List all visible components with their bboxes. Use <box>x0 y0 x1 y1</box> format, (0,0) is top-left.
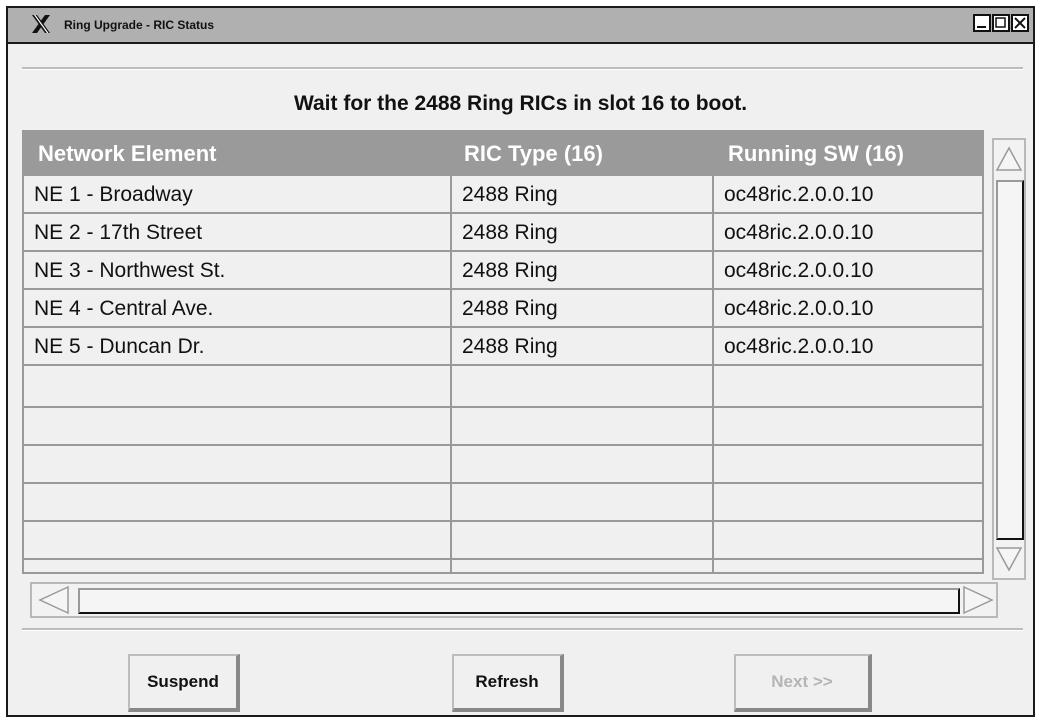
cell-running-sw: oc48ric.2.0.0.10 <box>724 259 874 282</box>
suspend-button[interactable]: Suspend <box>128 654 240 712</box>
minimize-icon[interactable] <box>973 14 991 32</box>
table-row-empty[interactable] <box>24 446 982 484</box>
table-row[interactable]: NE 1 - Broadway 2488 Ring oc48ric.2.0.0.… <box>24 176 982 214</box>
cell-network-element: NE 1 - Broadway <box>34 183 193 206</box>
scroll-down-arrow-icon[interactable] <box>994 542 1024 576</box>
refresh-button[interactable]: Refresh <box>452 654 564 712</box>
cell-ric-type: 2488 Ring <box>462 259 558 282</box>
cell-running-sw: oc48ric.2.0.0.10 <box>724 221 874 244</box>
top-divider <box>22 67 1023 70</box>
table-row-empty[interactable] <box>24 366 982 408</box>
cell-network-element: NE 3 - Northwest St. <box>34 259 226 282</box>
table-header: Network Element RIC Type (16) Running SW… <box>24 132 982 176</box>
cell-running-sw: oc48ric.2.0.0.10 <box>724 297 874 320</box>
scroll-up-arrow-icon[interactable] <box>994 142 1024 176</box>
table-row-empty[interactable] <box>24 408 982 446</box>
vertical-scrollbar[interactable] <box>992 138 1026 580</box>
window-title: Ring Upgrade - RIC Status <box>64 18 215 32</box>
horizontal-scroll-thumb[interactable] <box>78 588 960 614</box>
table-row[interactable]: NE 4 - Central Ave. 2488 Ring oc48ric.2.… <box>24 290 982 328</box>
table-row-empty[interactable] <box>24 522 982 560</box>
table-row[interactable]: NE 5 - Duncan Dr. 2488 Ring oc48ric.2.0.… <box>24 328 982 366</box>
vertical-scroll-thumb[interactable] <box>996 180 1024 540</box>
column-divider <box>712 176 714 572</box>
scroll-left-arrow-icon[interactable] <box>34 584 74 616</box>
cell-running-sw: oc48ric.2.0.0.10 <box>724 335 874 358</box>
table-row[interactable]: NE 3 - Northwest St. 2488 Ring oc48ric.2… <box>24 252 982 290</box>
scroll-right-arrow-icon[interactable] <box>958 584 998 616</box>
column-header-network-element[interactable]: Network Element <box>38 141 217 167</box>
cell-network-element: NE 4 - Central Ave. <box>34 297 214 320</box>
cell-ric-type: 2488 Ring <box>462 297 558 320</box>
maximize-icon[interactable] <box>992 14 1010 32</box>
close-icon[interactable] <box>1011 14 1029 32</box>
next-button[interactable]: Next >> <box>734 654 872 712</box>
cell-network-element: NE 2 - 17th Street <box>34 221 203 244</box>
column-divider <box>450 176 452 572</box>
bottom-divider <box>22 628 1023 631</box>
column-header-running-sw[interactable]: Running SW (16) <box>728 141 904 167</box>
status-heading: Wait for the 2488 Ring RICs in slot 16 t… <box>293 92 748 115</box>
column-header-ric-type[interactable]: RIC Type (16) <box>464 141 603 167</box>
cell-ric-type: 2488 Ring <box>462 183 558 206</box>
x-window-icon <box>32 15 50 33</box>
cell-network-element: NE 5 - Duncan Dr. <box>34 335 205 358</box>
cell-ric-type: 2488 Ring <box>462 335 558 358</box>
table-row-empty[interactable] <box>24 484 982 522</box>
cell-ric-type: 2488 Ring <box>462 221 558 244</box>
cell-running-sw: oc48ric.2.0.0.10 <box>724 183 874 206</box>
ric-status-table: Network Element RIC Type (16) Running SW… <box>22 130 984 574</box>
horizontal-scrollbar[interactable] <box>30 582 998 618</box>
ring-upgrade-window: Ring Upgrade - RIC Status Wait for the 2… <box>6 6 1035 717</box>
table-row[interactable]: NE 2 - 17th Street 2488 Ring oc48ric.2.0… <box>24 214 982 252</box>
title-bar[interactable]: Ring Upgrade - RIC Status <box>8 8 1033 44</box>
